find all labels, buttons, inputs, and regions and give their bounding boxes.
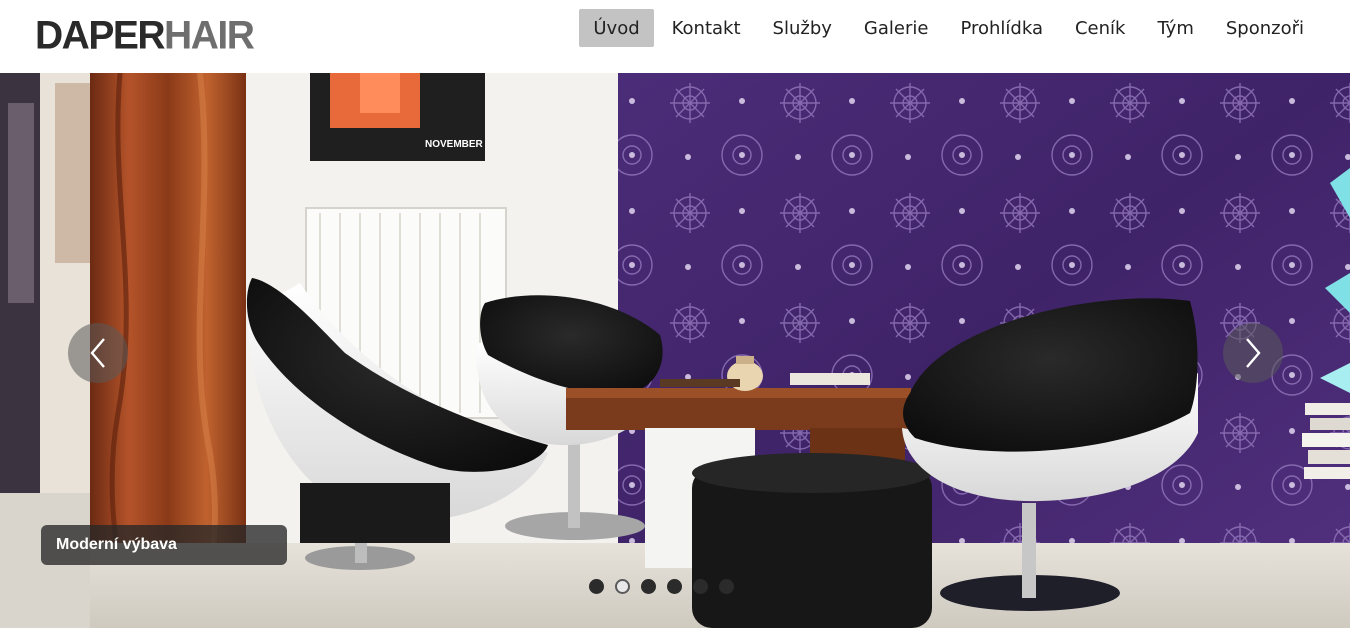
chevron-left-icon (90, 338, 105, 368)
slide-caption: Moderní výbava (41, 525, 287, 565)
nav-item-sponzori[interactable]: Sponzoři (1212, 9, 1318, 47)
slider-next-button[interactable] (1223, 323, 1283, 383)
poster-month-text: NOVEMBER (425, 139, 484, 150)
nav-item-uvod[interactable]: Úvod (579, 9, 654, 47)
logo-text-daper: DAPER (35, 13, 166, 57)
logo-text-hair: HAIR (164, 13, 255, 57)
nav-item-prohlidka[interactable]: Prohlídka (946, 9, 1057, 47)
image-slider: NOVEMBER Moderní výbava (0, 73, 1350, 628)
slider-dot-6[interactable] (719, 579, 734, 594)
slider-prev-button[interactable] (68, 323, 128, 383)
nav-item-cenik[interactable]: Ceník (1061, 9, 1139, 47)
slider-dot-1[interactable] (589, 579, 604, 594)
main-nav: Úvod Kontakt Služby Galerie Prohlídka Ce… (575, 9, 1318, 47)
slider-pagination (589, 579, 745, 594)
nav-item-tym[interactable]: Tým (1143, 9, 1207, 47)
chevron-right-icon (1246, 338, 1261, 368)
nav-item-galerie[interactable]: Galerie (850, 9, 943, 47)
logo[interactable]: DAPER HAIR (35, 13, 255, 57)
nav-item-sluzby[interactable]: Služby (759, 9, 846, 47)
slider-dot-2[interactable] (615, 579, 630, 594)
slider-dot-5[interactable] (693, 579, 708, 594)
slide-caption-text: Moderní výbava (56, 536, 177, 553)
slider-dot-4[interactable] (667, 579, 682, 594)
slider-dot-3[interactable] (641, 579, 656, 594)
nav-item-kontakt[interactable]: Kontakt (658, 9, 755, 47)
site-header: DAPER HAIR Úvod Kontakt Služby Galerie Pr… (0, 0, 1350, 73)
